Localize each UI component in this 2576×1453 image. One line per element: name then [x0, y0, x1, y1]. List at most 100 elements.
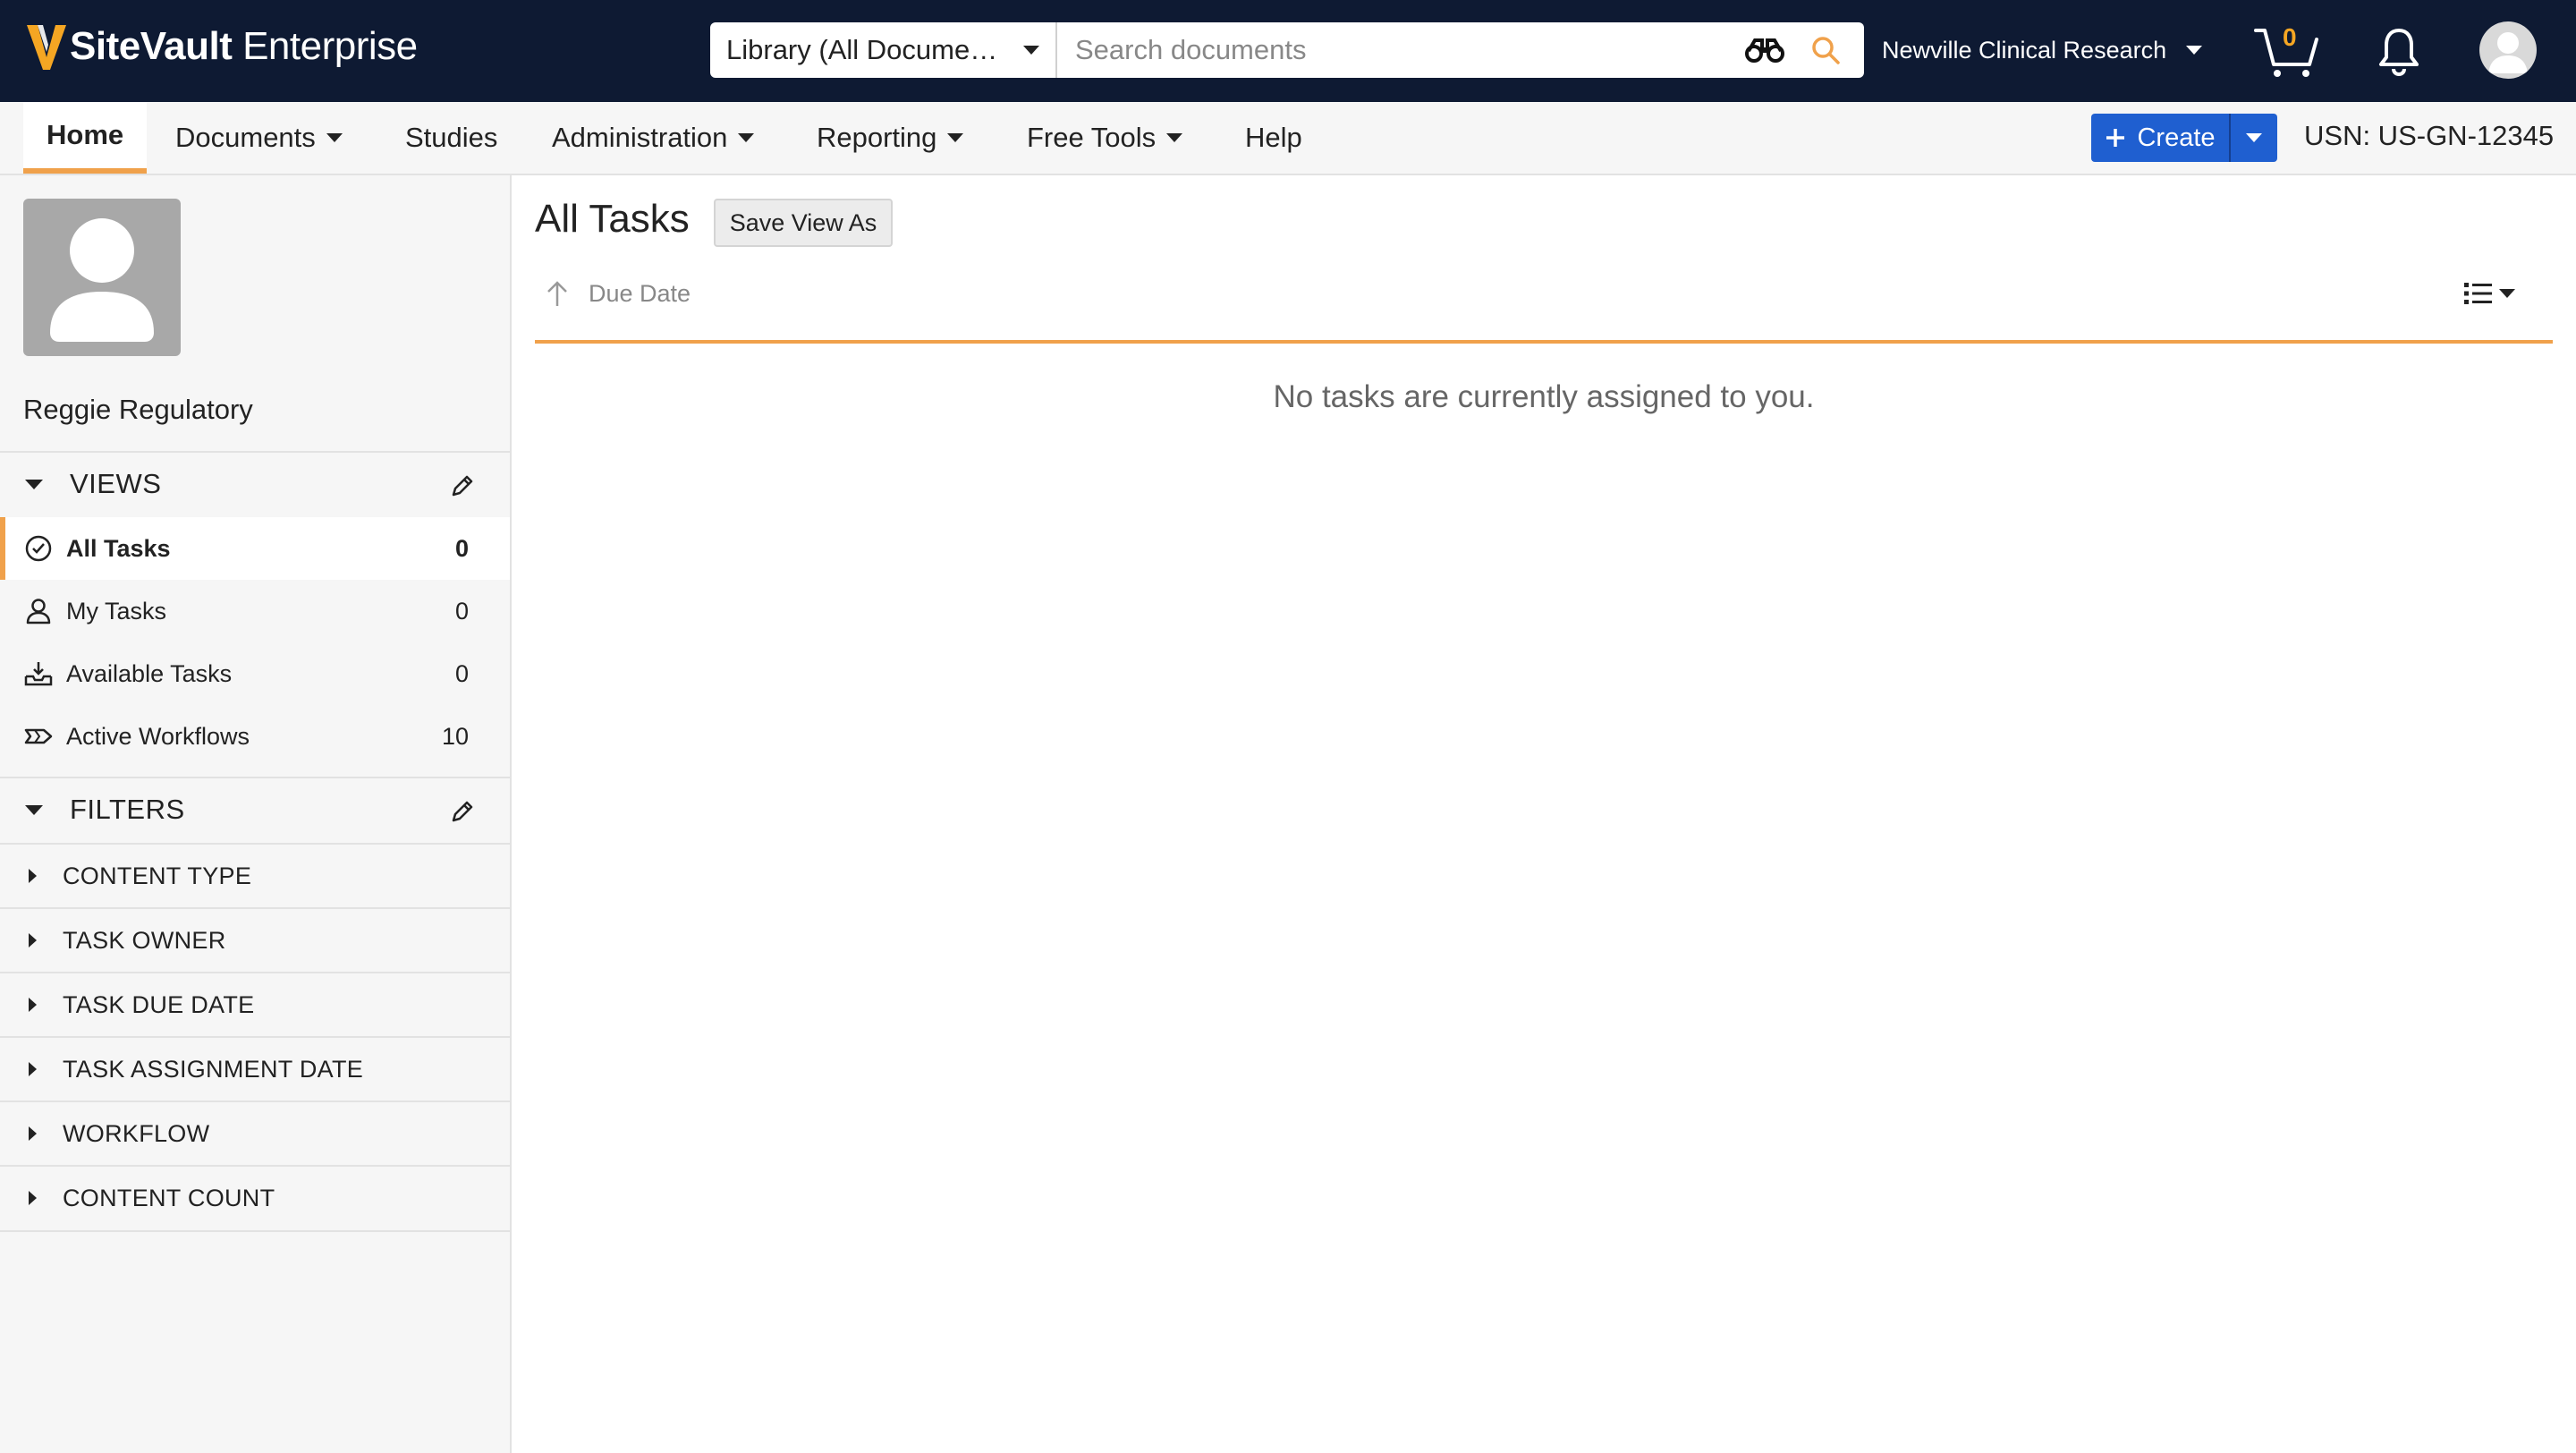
- user-silhouette-icon: [50, 218, 154, 342]
- nav-studies[interactable]: Studies: [405, 102, 497, 174]
- view-count: 0: [454, 659, 469, 687]
- nav-documents[interactable]: Documents: [175, 102, 343, 174]
- empty-state-message: No tasks are currently assigned to you.: [1273, 379, 1815, 414]
- sort-arrow-up-icon: [547, 281, 567, 306]
- expand-caret-icon: [29, 1191, 37, 1205]
- expand-caret-icon: [29, 1126, 37, 1141]
- chevron-down-icon: [2246, 133, 2262, 142]
- nav-help[interactable]: Help: [1245, 102, 1302, 174]
- view-all-tasks[interactable]: All Tasks 0: [0, 517, 510, 580]
- nav-reporting-label: Reporting: [817, 122, 937, 153]
- filter-label: CONTENT COUNT: [63, 1184, 275, 1211]
- list-icon: [2464, 283, 2492, 304]
- cart-button[interactable]: 0: [2252, 23, 2320, 79]
- inbox-download-icon: [24, 662, 53, 686]
- search-scope-select[interactable]: Library (All Documents): [710, 22, 1057, 78]
- vault-logo-icon: [27, 25, 66, 70]
- notifications-bell-icon[interactable]: [2376, 25, 2422, 77]
- filter-label: TASK ASSIGNMENT DATE: [63, 1055, 364, 1083]
- organization-switcher[interactable]: Newville Clinical Research: [1882, 30, 2203, 70]
- divider: [0, 1230, 510, 1232]
- create-button-label: Create: [2137, 123, 2216, 152]
- person-icon: [26, 599, 51, 625]
- sidebar: Reggie Regulatory VIEWS All Tasks 0 My T…: [0, 175, 512, 1453]
- expand-caret-icon: [29, 869, 37, 883]
- chevron-down-icon: [1166, 133, 1183, 142]
- nav-administration[interactable]: Administration: [552, 102, 755, 174]
- create-dropdown-button[interactable]: [2229, 114, 2277, 162]
- nav-help-label: Help: [1245, 122, 1302, 153]
- filter-label: TASK OWNER: [63, 926, 226, 954]
- main-nav: Home Documents Studies Administration Re…: [0, 102, 2576, 175]
- filters-heading: FILTERS: [70, 794, 185, 825]
- nav-free-tools-label: Free Tools: [1027, 122, 1157, 153]
- nav-free-tools[interactable]: Free Tools: [1027, 102, 1183, 174]
- view-layout-toggle[interactable]: [2463, 276, 2522, 311]
- view-label: My Tasks: [66, 597, 167, 625]
- filter-workflow[interactable]: WORKFLOW: [0, 1100, 510, 1165]
- pencil-icon[interactable]: [449, 798, 476, 825]
- view-label: Available Tasks: [66, 659, 233, 687]
- user-silhouette-icon: [2488, 32, 2528, 73]
- nav-reporting[interactable]: Reporting: [817, 102, 964, 174]
- nav-documents-label: Documents: [175, 122, 316, 153]
- usn-label: USN: US-GN-12345: [2304, 120, 2555, 151]
- chevron-down-icon: [326, 133, 343, 142]
- sort-label: Due Date: [589, 279, 691, 307]
- views-section-header[interactable]: VIEWS: [0, 451, 510, 515]
- brand-name: SiteVault Enterprise: [70, 24, 418, 68]
- expand-caret-icon: [29, 933, 37, 947]
- chevron-down-icon: [1023, 46, 1039, 55]
- profile-name: Reggie Regulatory: [23, 394, 253, 425]
- view-my-tasks[interactable]: My Tasks 0: [0, 580, 510, 642]
- filter-task-assignment-date[interactable]: TASK ASSIGNMENT DATE: [0, 1036, 510, 1100]
- view-active-workflows[interactable]: Active Workflows 10: [0, 705, 510, 768]
- expand-caret-icon: [29, 998, 37, 1012]
- nav-administration-label: Administration: [552, 122, 728, 153]
- page-title: All Tasks: [535, 197, 690, 241]
- top-bar: SiteVault Enterprise Library (All Docume…: [0, 0, 2576, 102]
- search-scope-label: Library (All Documents): [726, 34, 1011, 65]
- collapse-caret-icon[interactable]: [25, 804, 43, 815]
- binoculars-icon[interactable]: [1744, 37, 1785, 64]
- save-view-as-button[interactable]: Save View As: [714, 199, 893, 247]
- filter-task-due-date[interactable]: TASK DUE DATE: [0, 972, 510, 1036]
- nav-home[interactable]: Home: [23, 102, 148, 174]
- check-circle-icon: [25, 535, 52, 562]
- collapse-caret-icon[interactable]: [25, 479, 43, 489]
- user-avatar[interactable]: [2479, 21, 2537, 79]
- sort-due-date[interactable]: Due Date: [535, 274, 691, 313]
- create-button-group: Create: [2091, 114, 2277, 162]
- workflow-icon: [24, 728, 53, 744]
- filter-content-type[interactable]: CONTENT TYPE: [0, 843, 510, 907]
- organization-name: Newville Clinical Research: [1882, 36, 2167, 64]
- profile-picture: [23, 199, 181, 356]
- search-icon[interactable]: [1810, 35, 1841, 65]
- expand-caret-icon: [29, 1062, 37, 1076]
- create-button[interactable]: Create: [2091, 114, 2229, 162]
- search-input[interactable]: [1057, 22, 1744, 78]
- filter-task-owner[interactable]: TASK OWNER: [0, 907, 510, 972]
- filter-content-count[interactable]: CONTENT COUNT: [0, 1165, 510, 1229]
- views-heading: VIEWS: [70, 468, 162, 499]
- view-label: Active Workflows: [66, 722, 250, 750]
- header-divider: [535, 340, 2553, 344]
- pencil-icon[interactable]: [449, 472, 476, 499]
- brand-logo[interactable]: SiteVault Enterprise: [25, 18, 418, 75]
- search-bar: Library (All Documents): [710, 22, 1864, 78]
- view-available-tasks[interactable]: Available Tasks 0: [0, 642, 510, 705]
- chevron-down-icon: [2186, 46, 2203, 55]
- chevron-down-icon: [947, 133, 964, 142]
- chevron-down-icon: [738, 133, 755, 142]
- view-label: All Tasks: [66, 534, 171, 562]
- view-count: 0: [454, 534, 469, 562]
- nav-studies-label: Studies: [405, 122, 498, 153]
- view-count: 10: [441, 722, 469, 750]
- view-count: 0: [454, 597, 469, 625]
- filter-label: WORKFLOW: [63, 1119, 210, 1147]
- filters-section-header[interactable]: FILTERS: [0, 777, 510, 841]
- filter-label: TASK DUE DATE: [63, 990, 255, 1018]
- filter-label: CONTENT TYPE: [63, 862, 252, 889]
- chevron-down-icon: [2499, 289, 2515, 298]
- nav-home-label: Home: [47, 119, 124, 150]
